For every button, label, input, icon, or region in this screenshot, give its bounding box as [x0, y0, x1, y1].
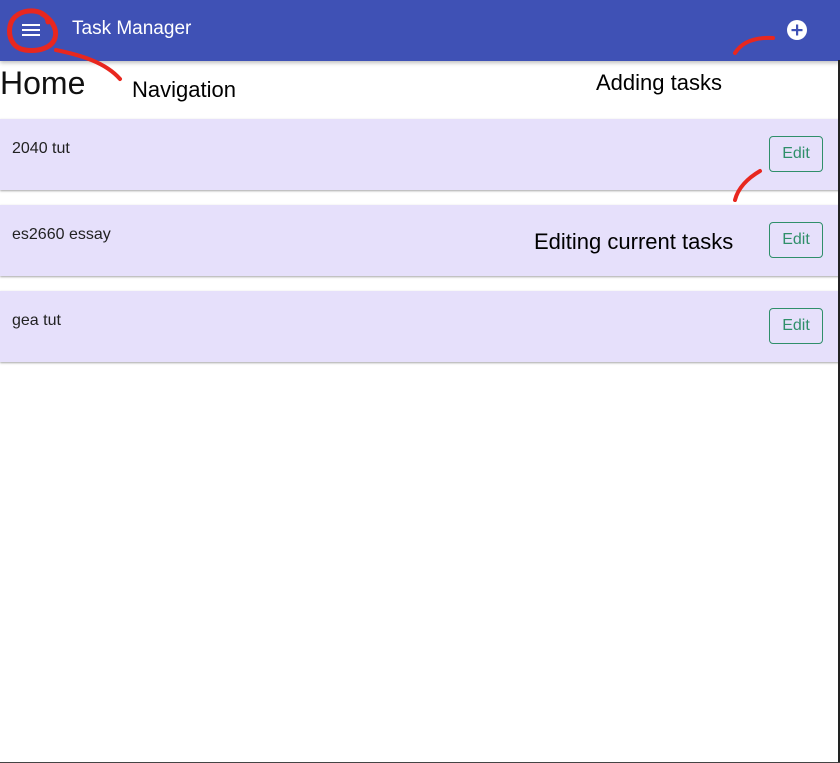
task-card: 2040 tut Edit	[0, 119, 840, 190]
task-name: gea tut	[12, 312, 61, 329]
annotation-editing-tasks: Editing current tasks	[534, 229, 734, 254]
annotation-adding-tasks: Adding tasks	[596, 70, 722, 95]
task-name: 2040 tut	[12, 140, 70, 157]
edit-task-button[interactable]: Edit	[769, 222, 823, 258]
task-name: es2660 essay	[12, 226, 111, 243]
app-title: Task Manager	[72, 18, 192, 39]
page-title: Home	[0, 65, 86, 101]
annotation-navigation: Navigation	[132, 77, 236, 102]
add-task-button[interactable]	[785, 18, 809, 42]
annotation-ink-overlay	[7, 8, 775, 202]
edit-task-button[interactable]: Edit	[769, 136, 823, 172]
menu-button[interactable]	[12, 12, 50, 48]
add-circle-icon	[787, 20, 807, 40]
menu-icon	[22, 24, 40, 36]
app-bar: Task Manager	[0, 0, 840, 61]
task-card: gea tut Edit	[0, 291, 840, 362]
edit-task-button[interactable]: Edit	[769, 308, 823, 344]
